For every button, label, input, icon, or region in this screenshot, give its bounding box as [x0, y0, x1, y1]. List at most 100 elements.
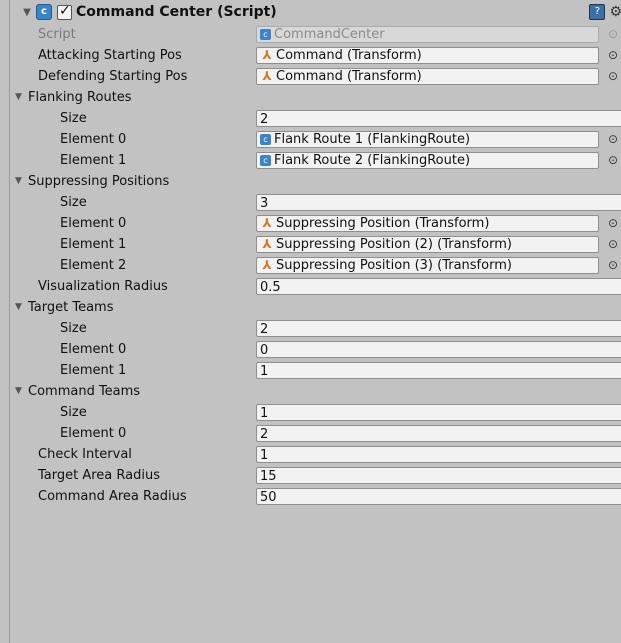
script-asset-icon: c — [260, 134, 271, 145]
attacking-start-label: Attacking Starting Pos — [38, 48, 182, 63]
foldout-arrow-icon[interactable]: ▼ — [15, 171, 22, 192]
target-area-radius-label: Target Area Radius — [38, 468, 160, 483]
check-interval-row: Check Interval 1 — [10, 444, 621, 465]
defending-start-row: Defending Starting Pos ⅄ Command (Transf… — [10, 66, 621, 87]
target-area-radius-row: Target Area Radius 15 — [10, 465, 621, 486]
command-area-radius-field[interactable]: 50 — [256, 488, 621, 505]
component-title: Command Center (Script) — [76, 4, 277, 20]
attacking-start-field[interactable]: ⅄ Command (Transform) — [256, 47, 599, 64]
script-asset-icon: c — [260, 29, 271, 40]
object-picker-icon[interactable]: ⊙ — [608, 66, 618, 87]
script-value: CommandCenter — [274, 27, 385, 42]
object-picker-icon[interactable]: ⊙ — [608, 255, 618, 276]
element-label: Element 1 — [60, 153, 127, 168]
visualization-radius-field[interactable]: 0.5 — [256, 278, 621, 295]
target-team-field[interactable]: 0 — [256, 341, 621, 358]
flanking-route-field[interactable]: c Flank Route 2 (FlankingRoute) — [256, 152, 599, 169]
size-label: Size — [60, 405, 87, 420]
command-team-field[interactable]: 2 — [256, 425, 621, 442]
foldout-arrow-icon[interactable]: ▼ — [15, 87, 22, 108]
size-label: Size — [60, 195, 87, 210]
command-teams-label: Command Teams — [28, 384, 141, 399]
element-label: Element 1 — [60, 363, 127, 378]
transform-icon: ⅄ — [262, 258, 272, 272]
object-picker-icon[interactable]: ⊙ — [608, 150, 618, 171]
target-team-field[interactable]: 1 — [256, 362, 621, 379]
transform-icon: ⅄ — [262, 237, 272, 251]
check-interval-field[interactable]: 1 — [256, 446, 621, 463]
object-picker-icon[interactable]: ⊙ — [608, 45, 618, 66]
defending-start-label: Defending Starting Pos — [38, 69, 188, 84]
target-teams-element-row: Element 0 0 — [10, 339, 621, 360]
target-teams-label: Target Teams — [28, 300, 114, 315]
suppressing-position-value: Suppressing Position (Transform) — [276, 216, 490, 231]
size-label: Size — [60, 321, 87, 336]
foldout-arrow-icon[interactable]: ▼ — [15, 381, 22, 402]
script-row: Script c CommandCenter ⊙ — [10, 24, 621, 45]
flanking-routes-element-row: Element 1 c Flank Route 2 (FlankingRoute… — [10, 150, 621, 171]
transform-icon: ⅄ — [262, 216, 272, 230]
element-label: Element 0 — [60, 132, 127, 147]
csharp-script-icon: c — [36, 4, 52, 20]
element-label: Element 2 — [60, 258, 127, 273]
check-interval-label: Check Interval — [38, 447, 132, 462]
object-picker-icon[interactable]: ⊙ — [608, 234, 618, 255]
target-teams-element-row: Element 1 1 — [10, 360, 621, 381]
visualization-radius-row: Visualization Radius 0.5 — [10, 276, 621, 297]
inspector-panel: ▼ c Command Center (Script) ? ⚙ Script c… — [9, 0, 621, 643]
flanking-route-value: Flank Route 1 (FlankingRoute) — [274, 132, 471, 147]
defending-start-value: Command (Transform) — [276, 69, 422, 84]
command-teams-foldout[interactable]: ▼ Command Teams — [10, 381, 621, 402]
foldout-arrow-icon[interactable]: ▼ — [20, 7, 34, 18]
target-area-radius-field[interactable]: 15 — [256, 467, 621, 484]
suppressing-positions-foldout[interactable]: ▼ Suppressing Positions — [10, 171, 621, 192]
help-book-icon[interactable]: ? — [589, 4, 606, 20]
target-teams-size-field[interactable]: 2 — [256, 320, 621, 337]
target-teams-foldout[interactable]: ▼ Target Teams — [10, 297, 621, 318]
command-teams-element-row: Element 0 2 — [10, 423, 621, 444]
script-label: Script — [38, 27, 76, 42]
object-picker-icon[interactable]: ⊙ — [608, 213, 618, 234]
suppressing-position-field[interactable]: ⅄ Suppressing Position (Transform) — [256, 215, 599, 232]
foldout-arrow-icon[interactable]: ▼ — [15, 297, 22, 318]
script-field: c CommandCenter — [256, 26, 599, 43]
suppressing-position-value: Suppressing Position (3) (Transform) — [276, 258, 512, 273]
command-teams-size-field[interactable]: 1 — [256, 404, 621, 421]
defending-start-field[interactable]: ⅄ Command (Transform) — [256, 68, 599, 85]
transform-icon: ⅄ — [262, 48, 272, 62]
object-picker-icon[interactable]: ⊙ — [608, 129, 618, 150]
element-label: Element 0 — [60, 426, 127, 441]
suppressing-positions-label: Suppressing Positions — [28, 174, 170, 189]
suppressing-positions-element-row: Element 1 ⅄ Suppressing Position (2) (Tr… — [10, 234, 621, 255]
header-actions: ? ⚙ — [589, 4, 621, 20]
flanking-route-value: Flank Route 2 (FlankingRoute) — [274, 153, 471, 168]
command-area-radius-label: Command Area Radius — [38, 489, 187, 504]
transform-icon: ⅄ — [262, 69, 272, 83]
command-teams-size-row: Size 1 — [10, 402, 621, 423]
target-teams-size-row: Size 2 — [10, 318, 621, 339]
suppressing-positions-element-row: Element 2 ⅄ Suppressing Position (3) (Tr… — [10, 255, 621, 276]
suppressing-position-field[interactable]: ⅄ Suppressing Position (2) (Transform) — [256, 236, 599, 253]
component-header[interactable]: ▼ c Command Center (Script) ? ⚙ — [10, 0, 621, 24]
component-enabled-checkbox[interactable] — [57, 3, 72, 20]
gear-icon[interactable]: ⚙ — [609, 4, 621, 20]
flanking-routes-size-row: Size 2 — [10, 108, 621, 129]
flanking-routes-label: Flanking Routes — [28, 90, 132, 105]
flanking-routes-element-row: Element 0 c Flank Route 1 (FlankingRoute… — [10, 129, 621, 150]
attacking-start-row: Attacking Starting Pos ⅄ Command (Transf… — [10, 45, 621, 66]
object-picker-icon: ⊙ — [608, 27, 619, 41]
suppressing-positions-size-row: Size 3 — [10, 192, 621, 213]
element-label: Element 0 — [60, 342, 127, 357]
attacking-start-value: Command (Transform) — [276, 48, 422, 63]
suppressing-positions-size-field[interactable]: 3 — [256, 194, 621, 211]
flanking-routes-size-field[interactable]: 2 — [256, 110, 621, 127]
suppressing-position-field[interactable]: ⅄ Suppressing Position (3) (Transform) — [256, 257, 599, 274]
suppressing-positions-element-row: Element 0 ⅄ Suppressing Position (Transf… — [10, 213, 621, 234]
command-area-radius-row: Command Area Radius 50 — [10, 486, 621, 507]
visualization-radius-label: Visualization Radius — [38, 279, 168, 294]
suppressing-position-value: Suppressing Position (2) (Transform) — [276, 237, 512, 252]
flanking-route-field[interactable]: c Flank Route 1 (FlankingRoute) — [256, 131, 599, 148]
flanking-routes-foldout[interactable]: ▼ Flanking Routes — [10, 87, 621, 108]
element-label: Element 1 — [60, 237, 127, 252]
script-asset-icon: c — [260, 155, 271, 166]
